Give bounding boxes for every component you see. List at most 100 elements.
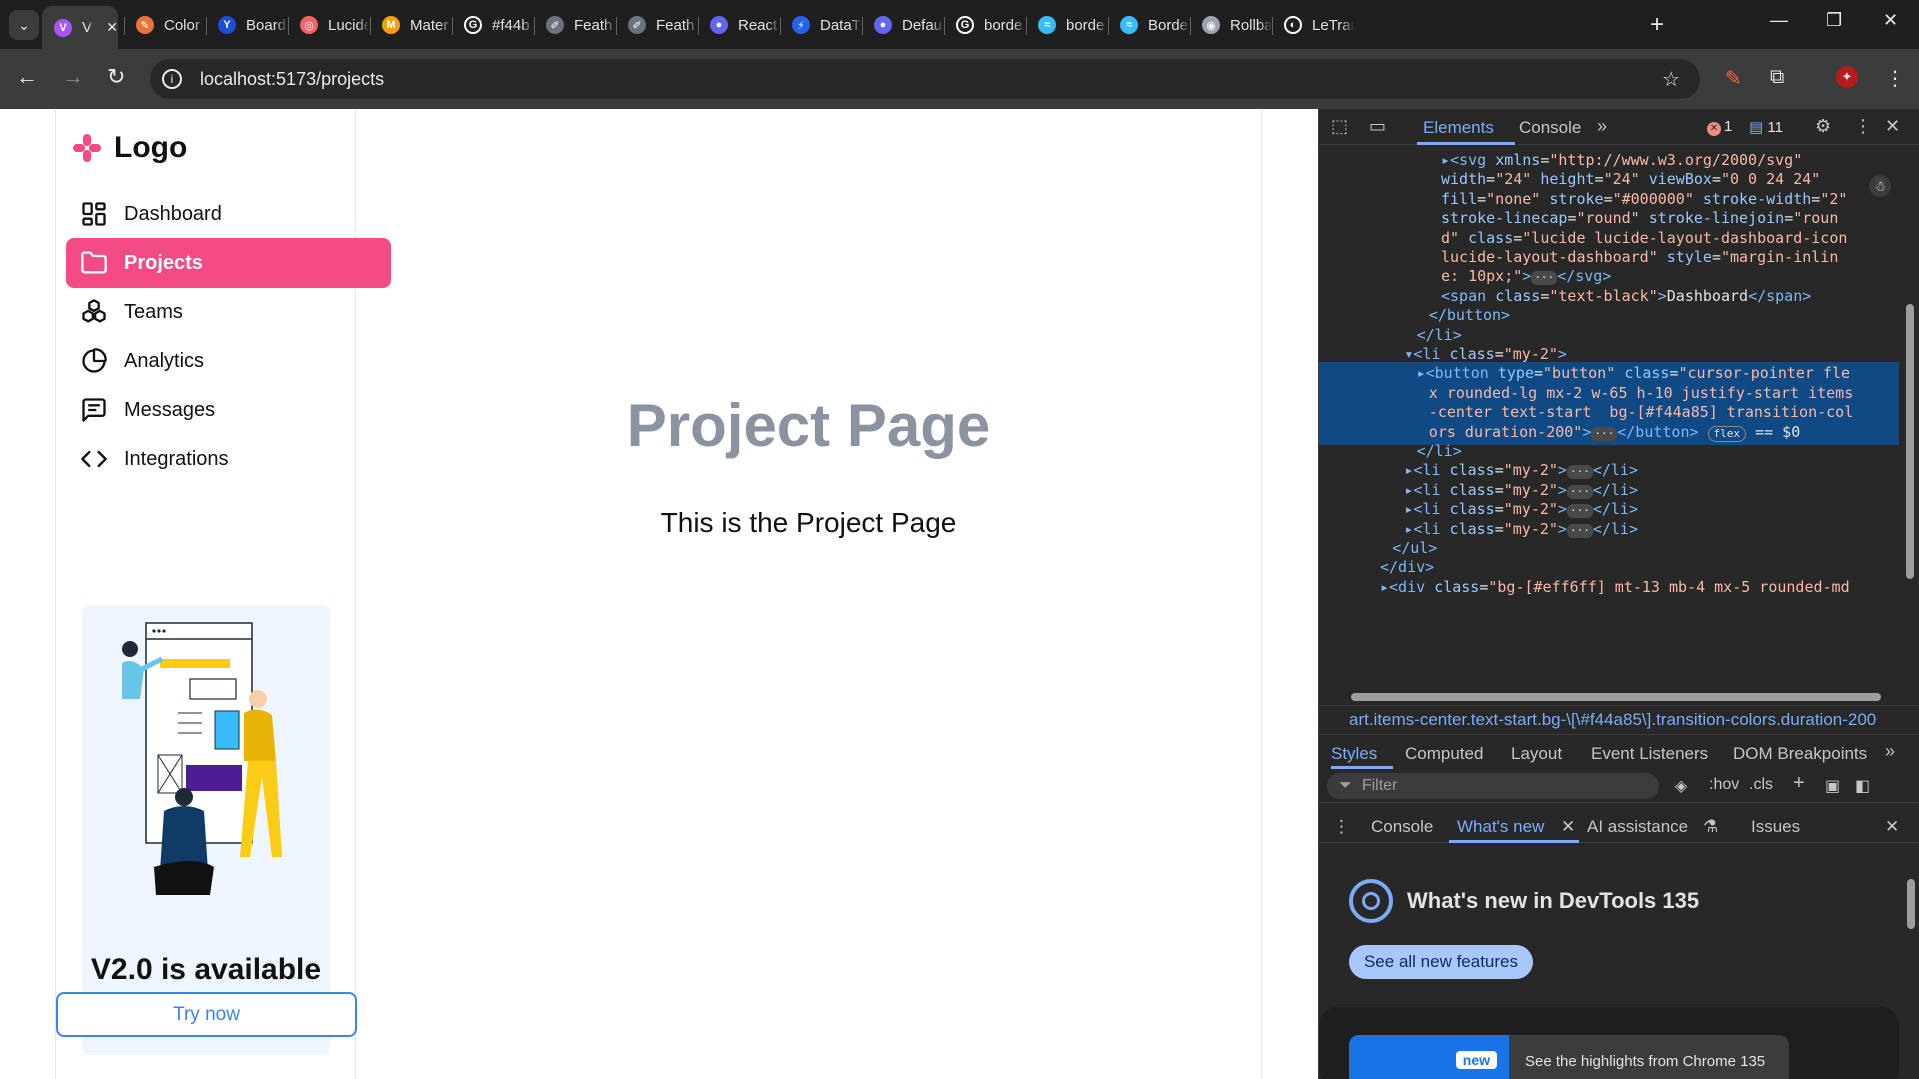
- browser-tab-strip: ⌄ V Vi ✕ ✎ Color Y Board ◎ Lucide M Mater G #f44b ✐ Fe…: [0, 0, 1919, 49]
- tab-search-button[interactable]: ⌄: [9, 10, 39, 40]
- scrollbar-thumb[interactable]: [1906, 304, 1914, 579]
- sidebar-item-integrations[interactable]: Integrations: [66, 434, 391, 484]
- sidebar-item-label: Analytics: [124, 349, 205, 372]
- accessibility-icon[interactable]: ☃: [1869, 175, 1891, 197]
- try-now-button[interactable]: Try now: [56, 992, 357, 1037]
- browser-tab[interactable]: ◐ LeTran: [1272, 8, 1354, 42]
- drawer-tab-whats-new[interactable]: What's new: [1457, 817, 1544, 837]
- device-toolbar-icon[interactable]: ▭: [1369, 116, 1386, 137]
- settings-gear-icon[interactable]: ⚙: [1815, 116, 1831, 137]
- browser-tab[interactable]: Gborde: [944, 8, 1026, 42]
- close-tab-icon[interactable]: ✕: [1561, 817, 1575, 837]
- message-count-badge[interactable]: ▤ 11: [1749, 118, 1783, 136]
- tab-computed[interactable]: Computed: [1405, 744, 1483, 764]
- sidebar-item-analytics[interactable]: Analytics: [66, 336, 391, 386]
- back-button[interactable]: ←: [16, 64, 38, 90]
- browser-tab[interactable]: G #f44b: [452, 8, 534, 42]
- devtools-menu-icon[interactable]: ⋮: [1854, 116, 1872, 137]
- sidebar-item-messages[interactable]: Messages: [66, 385, 391, 435]
- restore-icon[interactable]: ❐: [1826, 10, 1842, 31]
- scrollbar-thumb[interactable]: [1351, 693, 1881, 701]
- tab-styles[interactable]: Styles: [1331, 744, 1377, 764]
- dom-breadcrumb[interactable]: art.items-center.text-start.bg-\[\#f44a8…: [1319, 705, 1919, 735]
- error-count-badge[interactable]: ✕ 1: [1707, 118, 1732, 136]
- browser-tab[interactable]: Y Board: [206, 8, 288, 42]
- drawer-menu-icon[interactable]: ⋮: [1333, 817, 1350, 837]
- dom-node[interactable]: ▸<div class="bg-[#eff6ff] mt-13 mb-4 mx-…: [1319, 576, 1899, 600]
- sidebar-item-projects[interactable]: Projects: [66, 238, 391, 288]
- reload-button[interactable]: ↻: [107, 64, 125, 90]
- browser-tab[interactable]: ≈ Borde: [1108, 8, 1190, 42]
- drawer-tab-console[interactable]: Console: [1371, 817, 1433, 837]
- close-window-icon[interactable]: ✕: [1883, 10, 1898, 31]
- tab-favicon-icon: ≈: [1120, 16, 1138, 34]
- page-viewport: Logo Dashboard Projects Teams Analytics …: [0, 109, 1318, 1079]
- tab-separator: [1272, 17, 1273, 35]
- tab-separator: [944, 17, 945, 35]
- tab-label: Rollba: [1230, 16, 1272, 34]
- star-icon[interactable]: ☆: [1662, 67, 1680, 92]
- browser-tab[interactable]: ✐ Feath: [616, 8, 698, 42]
- profile-avatar[interactable]: ✦: [1836, 66, 1858, 88]
- browser-tab[interactable]: M Mater: [370, 8, 452, 42]
- minimize-icon[interactable]: —: [1770, 10, 1788, 31]
- highlight-item[interactable]: new See the highlights from Chrome 135: [1349, 1035, 1789, 1079]
- sidebar-item-dashboard[interactable]: Dashboard: [66, 189, 391, 239]
- tab-favicon-icon: ●: [874, 16, 892, 34]
- more-tabs-icon[interactable]: »: [1885, 741, 1895, 762]
- address-url: localhost:5173/projects: [200, 68, 385, 89]
- hov-toggle[interactable]: :hov: [1709, 776, 1739, 794]
- new-badge: new: [1455, 1051, 1497, 1069]
- tab-label: Defau: [902, 16, 943, 34]
- browser-tab[interactable]: ✐ Feath: [534, 8, 616, 42]
- drawer-scrollbar[interactable]: [1906, 859, 1916, 1079]
- tab-elements[interactable]: Elements: [1423, 118, 1494, 138]
- drawer-tab-ai-assistance[interactable]: AI assistance: [1587, 817, 1688, 837]
- message-icon: ▤: [1749, 119, 1764, 136]
- tab-favicon-icon: G: [464, 16, 482, 34]
- forward-button[interactable]: →: [62, 64, 84, 90]
- browser-tab[interactable]: ● Defau: [862, 8, 944, 42]
- dom-vertical-scrollbar[interactable]: [1904, 154, 1916, 684]
- sidebar-item-teams[interactable]: Teams: [66, 287, 391, 337]
- color-picker-extension-icon[interactable]: ✎: [1725, 66, 1742, 91]
- more-tabs-icon[interactable]: »: [1597, 116, 1607, 137]
- tab-event-listeners[interactable]: Event Listeners: [1591, 744, 1708, 764]
- browser-tab[interactable]: ✎ Color: [124, 8, 206, 42]
- puzzle-icon[interactable]: ⧉: [1770, 66, 1784, 89]
- browser-tab[interactable]: ◎ Lucide: [288, 8, 370, 42]
- tab-label: React: [738, 16, 778, 34]
- close-devtools-icon[interactable]: ✕: [1885, 116, 1900, 137]
- browser-tab[interactable]: ⚡ DataT: [780, 8, 862, 42]
- dom-tree[interactable]: ▸<svg xmlns="http://www.w3.org/2000/svg"…: [1319, 149, 1899, 689]
- browser-tab[interactable]: ● React: [698, 8, 780, 42]
- browser-tab[interactable]: ◉ Rollba: [1190, 8, 1272, 42]
- close-tab-icon[interactable]: ✕: [106, 19, 118, 36]
- see-all-features-button[interactable]: See all new features: [1349, 945, 1533, 979]
- error-count: 1: [1724, 118, 1733, 135]
- tab-console[interactable]: Console: [1519, 118, 1581, 138]
- tab-dom-breakpoints[interactable]: DOM Breakpoints: [1733, 744, 1867, 764]
- cls-toggle[interactable]: .cls: [1749, 776, 1773, 794]
- address-bar[interactable]: i localhost:5173/projects ☆: [150, 59, 1700, 99]
- app-logo[interactable]: Logo: [72, 131, 187, 165]
- kebab-menu-icon[interactable]: ⋮: [1885, 66, 1905, 91]
- breadcrumb-path[interactable]: art.items-center.text-start.bg-\[\#f44a8…: [1349, 710, 1876, 730]
- tab-separator: [698, 17, 699, 35]
- toggle-sidebar-icon[interactable]: ◧: [1855, 776, 1870, 796]
- tab-label: Feath: [656, 16, 695, 34]
- scrollbar-thumb[interactable]: [1907, 879, 1915, 929]
- close-drawer-icon[interactable]: ✕: [1885, 817, 1899, 837]
- paint-icon[interactable]: ▣: [1825, 776, 1840, 796]
- layers-icon[interactable]: ◈: [1675, 776, 1687, 796]
- drawer-tab-issues[interactable]: Issues: [1751, 817, 1800, 837]
- add-rule-icon[interactable]: +: [1793, 772, 1805, 795]
- inspect-element-icon[interactable]: ⬚: [1331, 116, 1348, 137]
- site-info-icon[interactable]: i: [162, 69, 182, 89]
- browser-tab[interactable]: ≈ borde: [1026, 8, 1108, 42]
- styles-filter-input[interactable]: ⏷ Filter: [1327, 773, 1659, 799]
- new-tab-button[interactable]: +: [1650, 11, 1664, 39]
- browser-tab[interactable]: V Vi ✕: [42, 6, 118, 49]
- dom-horizontal-scrollbar[interactable]: [1329, 689, 1904, 703]
- tab-layout[interactable]: Layout: [1511, 744, 1562, 764]
